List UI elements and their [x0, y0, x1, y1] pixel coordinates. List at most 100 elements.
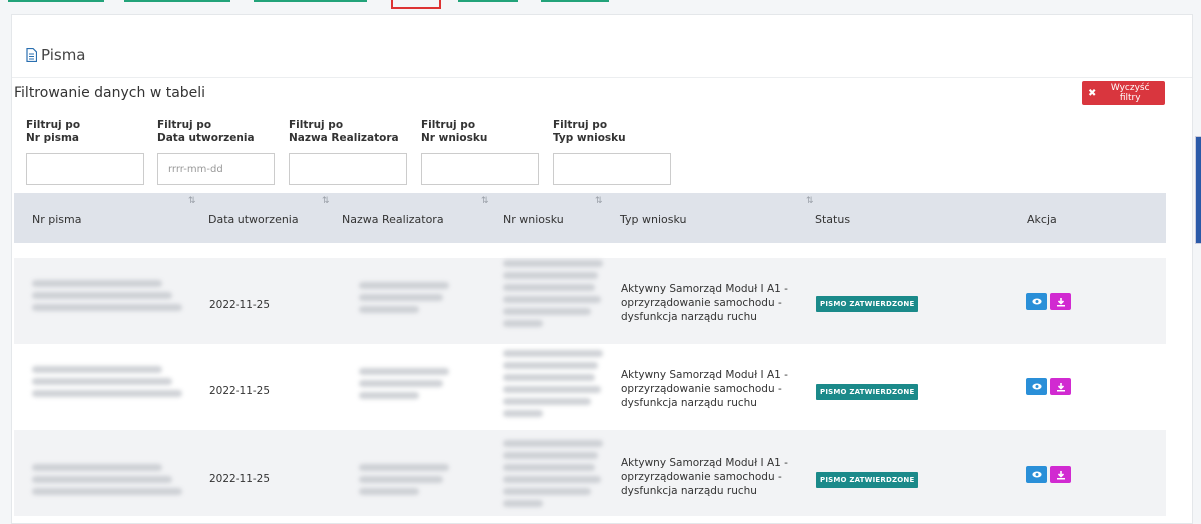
table-header: Nr pisma ⇅ Data utworzenia ⇅ Nazwa Reali… — [14, 193, 1166, 243]
close-icon: ✖ — [1088, 87, 1097, 99]
typ-line: dysfunkcja narządu ruchu — [621, 485, 757, 497]
redacted-text — [359, 392, 419, 399]
redacted-text — [359, 368, 449, 375]
filter-typ-wniosku-input[interactable] — [553, 153, 671, 185]
table-row: 2022-11-25 Aktywny Samorząd Moduł I A1 -… — [14, 430, 1166, 516]
redacted-text — [32, 464, 162, 471]
redacted-text — [503, 320, 543, 327]
table-row: 2022-11-25 Aktywny Samorząd Moduł I A1 -… — [14, 258, 1166, 344]
card-header: Pisma — [12, 15, 1192, 78]
redacted-text — [359, 306, 419, 313]
filter-data-utworzenia: Filtruj po Data utworzenia — [157, 119, 277, 185]
redacted-text — [503, 452, 598, 459]
redacted-text — [32, 292, 172, 299]
status-badge: PISMO ZATWIERDZONE — [816, 472, 919, 488]
column-header-nr-pisma[interactable]: Nr pisma — [32, 213, 81, 226]
download-icon — [1056, 470, 1065, 479]
column-header-data-utworzenia[interactable]: Data utworzenia — [208, 213, 299, 226]
tab-1[interactable] — [8, 0, 104, 2]
cell-typ-wniosku: Aktywny Samorząd Moduł I A1 - oprzyrządo… — [621, 282, 791, 324]
sort-icon[interactable]: ⇅ — [595, 196, 603, 206]
redacted-text — [503, 476, 601, 483]
redacted-text — [503, 500, 543, 507]
filter-label-field: Nazwa Realizatora — [289, 132, 399, 144]
typ-line: oprzyrządowanie samochodu - — [621, 297, 782, 309]
typ-line: oprzyrządowanie samochodu - — [621, 383, 782, 395]
redacted-text — [32, 488, 182, 495]
filter-heading: Filtrowanie danych w tabeli — [14, 85, 206, 101]
typ-line: dysfunkcja narządu ruchu — [621, 311, 757, 323]
page-title: Pisma — [26, 46, 86, 64]
filter-nazwa-realizatora-input[interactable] — [289, 153, 407, 185]
redacted-text — [503, 386, 601, 393]
redacted-text — [503, 374, 595, 381]
typ-line: Aktywny Samorząd Moduł I A1 - — [621, 283, 788, 295]
clear-filters-label: Wyczyść filtry — [1110, 83, 1150, 103]
cell-date: 2022-11-25 — [209, 299, 271, 311]
status-badge: PISMO ZATWIERDZONE — [816, 384, 919, 400]
filter-nr-pisma-input[interactable] — [26, 153, 144, 185]
redacted-text — [503, 296, 601, 303]
download-button[interactable] — [1050, 293, 1071, 310]
document-icon — [26, 48, 37, 62]
filter-label-field: Nr pisma — [26, 132, 80, 144]
typ-line: Aktywny Samorząd Moduł I A1 - — [621, 369, 788, 381]
tab-5[interactable] — [458, 0, 518, 2]
redacted-text — [32, 476, 172, 483]
redacted-text — [32, 378, 172, 385]
column-header-nazwa-realizatora[interactable]: Nazwa Realizatora — [342, 213, 444, 226]
filter-nr-pisma: Filtruj po Nr pisma — [26, 119, 146, 185]
redacted-text — [359, 380, 443, 387]
filter-label-prefix: Filtruj po — [289, 119, 344, 131]
filter-label-field: Nr wniosku — [421, 132, 488, 144]
redacted-text — [359, 282, 449, 289]
filter-nr-wniosku: Filtruj po Nr wniosku — [421, 119, 541, 185]
typ-line: oprzyrządowanie samochodu - — [621, 471, 782, 483]
filter-label-prefix: Filtruj po — [553, 119, 608, 131]
tab-6[interactable] — [541, 0, 609, 2]
eye-icon — [1031, 298, 1042, 305]
download-button[interactable] — [1050, 466, 1071, 483]
page-title-text: Pisma — [41, 46, 86, 64]
column-header-akcja: Akcja — [1027, 213, 1057, 226]
redacted-text — [503, 488, 591, 495]
clear-filters-button[interactable]: ✖ Wyczyść filtry — [1082, 81, 1165, 105]
filter-nr-wniosku-input[interactable] — [421, 153, 539, 185]
tab-3[interactable] — [254, 0, 367, 2]
column-header-typ-wniosku[interactable]: Typ wniosku — [620, 213, 686, 226]
filter-label-prefix: Filtruj po — [157, 119, 212, 131]
cell-date: 2022-11-25 — [209, 473, 271, 485]
redacted-text — [503, 272, 598, 279]
tab-active[interactable] — [391, 0, 441, 9]
filter-nazwa-realizatora: Filtruj po Nazwa Realizatora — [289, 119, 409, 185]
download-icon — [1056, 297, 1065, 306]
redacted-text — [503, 308, 591, 315]
tab-2[interactable] — [124, 0, 230, 2]
redacted-text — [359, 294, 443, 301]
view-button[interactable] — [1026, 293, 1047, 310]
column-header-status: Status — [815, 213, 851, 226]
redacted-text — [503, 284, 595, 291]
column-header-nr-wniosku[interactable]: Nr wniosku — [503, 213, 564, 226]
filter-data-utworzenia-input[interactable] — [157, 153, 275, 185]
filter-label-prefix: Filtruj po — [26, 119, 81, 131]
sort-icon[interactable]: ⇅ — [481, 196, 489, 206]
view-button[interactable] — [1026, 378, 1047, 395]
redacted-text — [359, 488, 419, 495]
filter-label-field: Typ wniosku — [553, 132, 626, 144]
status-badge: PISMO ZATWIERDZONE — [816, 296, 919, 312]
redacted-text — [32, 280, 162, 287]
redacted-text — [503, 410, 543, 417]
redacted-text — [503, 464, 595, 471]
view-button[interactable] — [1026, 466, 1047, 483]
redacted-text — [503, 398, 591, 405]
sort-icon[interactable]: ⇅ — [188, 196, 196, 206]
download-button[interactable] — [1050, 378, 1071, 395]
typ-line: Aktywny Samorząd Moduł I A1 - — [621, 457, 788, 469]
table-row: 2022-11-25 Aktywny Samorząd Moduł I A1 -… — [14, 344, 1166, 430]
sort-icon[interactable]: ⇅ — [806, 196, 814, 206]
side-widget-tab[interactable] — [1195, 136, 1201, 244]
redacted-text — [32, 390, 182, 397]
filter-typ-wniosku: Filtruj po Typ wniosku — [553, 119, 673, 185]
sort-icon[interactable]: ⇅ — [322, 196, 330, 206]
